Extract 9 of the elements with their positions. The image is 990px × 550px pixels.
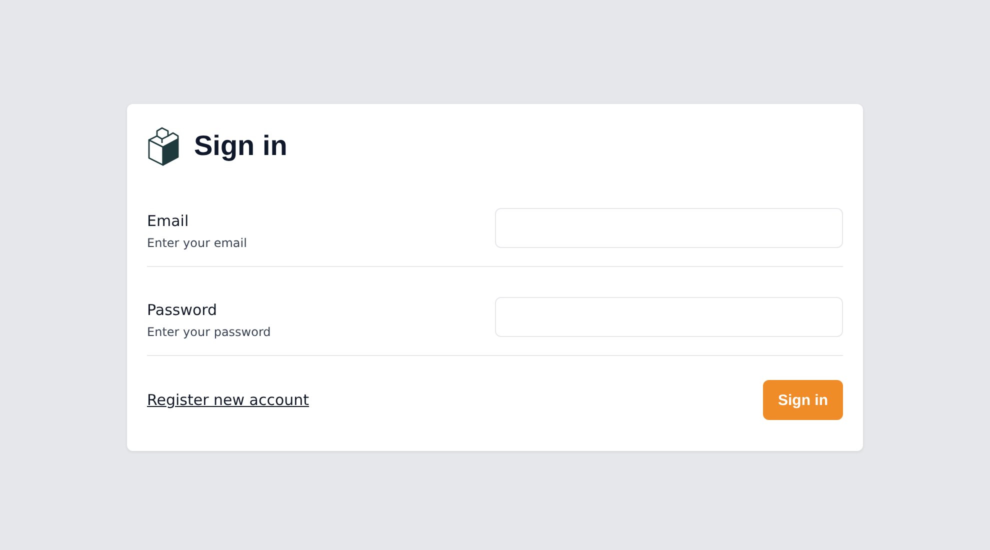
page-title: Sign in [194, 130, 288, 162]
field-label: Email [147, 212, 190, 230]
email-field[interactable] [495, 208, 843, 248]
field-hint: Enter your email [147, 236, 247, 250]
field-hint: Enter your password [147, 325, 271, 339]
register-link[interactable]: Register new account [147, 391, 310, 409]
password-field[interactable] [495, 297, 843, 337]
field-label: Password [147, 301, 218, 319]
castle-tower-icon [147, 126, 180, 166]
